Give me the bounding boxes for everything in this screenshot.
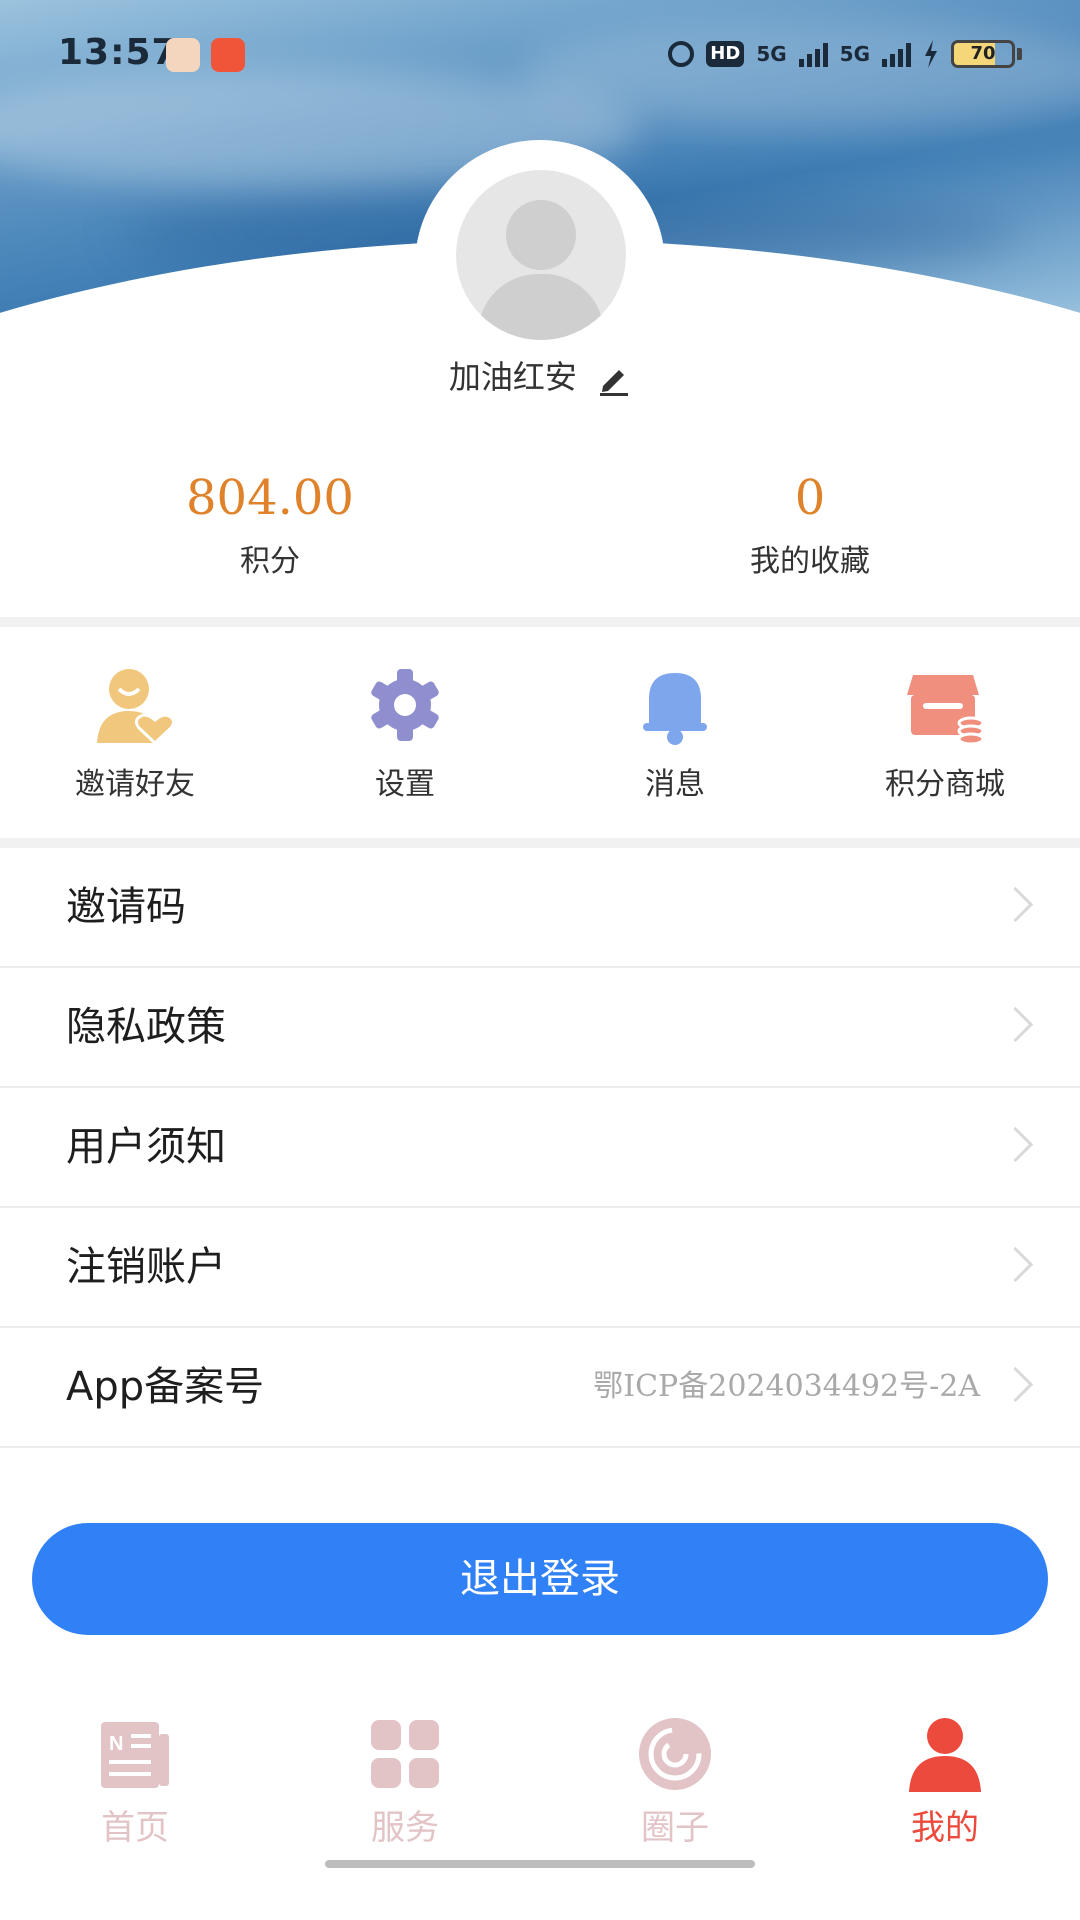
menu-item-app-filing[interactable]: App备案号 鄂ICP备2024034492号-2A <box>0 1328 1080 1448</box>
chevron-right-icon <box>997 1366 1034 1403</box>
chevron-right-icon <box>997 1126 1034 1163</box>
points-mall-label: 积分商城 <box>885 767 1005 802</box>
app-filing-number: 鄂ICP备2024034492号-2A <box>593 1369 980 1404</box>
network-type: 5G <box>756 42 787 66</box>
divider <box>0 617 1080 627</box>
tab-home[interactable]: N 首页 <box>35 1716 235 1849</box>
menu-item-label: 注销账户 <box>66 1244 226 1290</box>
menu-item-invite-code[interactable]: 邀请码 <box>0 848 1080 968</box>
invite-friends-button[interactable]: 邀请好友 <box>10 665 260 803</box>
tab-label: 服务 <box>371 1808 439 1848</box>
settings-button[interactable]: 设置 <box>280 665 530 803</box>
chevron-right-icon <box>997 886 1034 923</box>
status-time: 13:57 <box>58 32 178 73</box>
points-stat[interactable]: 804.00 积分 <box>120 470 420 580</box>
tab-label: 首页 <box>101 1808 169 1848</box>
edit-icon[interactable] <box>597 362 631 396</box>
points-mall-button[interactable]: 积分商城 <box>820 665 1070 803</box>
battery-level: 70 <box>970 43 996 64</box>
menu-item-privacy-policy[interactable]: 隐私政策 <box>0 968 1080 1088</box>
tab-label: 我的 <box>911 1808 979 1848</box>
tab-services[interactable]: 服务 <box>305 1716 505 1849</box>
notification-app-icon <box>166 38 200 72</box>
status-bar: 13:57 HD 5G 5G 70 <box>0 0 1080 110</box>
points-value: 804.00 <box>186 470 354 526</box>
svg-text:N: N <box>109 1733 123 1755</box>
favorites-stat[interactable]: 0 我的收藏 <box>660 470 960 580</box>
bell-icon <box>643 673 707 745</box>
invite-friend-icon <box>97 669 176 746</box>
username-row: 加油红安 <box>0 352 1080 398</box>
user-icon <box>909 1718 981 1792</box>
alarm-icon <box>668 41 695 67</box>
favorites-value: 0 <box>794 470 826 526</box>
menu-item-label: 用户须知 <box>66 1124 226 1170</box>
settings-label: 设置 <box>375 767 435 802</box>
battery-icon: 70 <box>951 40 1015 68</box>
home-indicator[interactable] <box>325 1860 755 1868</box>
menu-item-user-notice[interactable]: 用户须知 <box>0 1088 1080 1208</box>
signal-icon <box>798 41 828 67</box>
tab-mine[interactable]: 我的 <box>845 1716 1045 1849</box>
store-icon <box>907 675 985 746</box>
news-icon: N <box>101 1722 169 1788</box>
circle-icon <box>639 1718 711 1790</box>
gear-icon <box>371 669 439 741</box>
invite-friends-label: 邀请好友 <box>75 767 195 802</box>
menu-item-delete-account[interactable]: 注销账户 <box>0 1208 1080 1328</box>
menu-item-label: 邀请码 <box>66 884 186 930</box>
points-label: 积分 <box>240 544 300 579</box>
divider <box>0 838 1080 848</box>
messages-label: 消息 <box>645 767 705 802</box>
tab-circle[interactable]: 圈子 <box>575 1716 775 1849</box>
logout-button[interactable]: 退出登录 <box>32 1523 1048 1635</box>
signal-icon <box>882 41 911 67</box>
tab-label: 圈子 <box>641 1808 709 1848</box>
chevron-right-icon <box>997 1246 1034 1283</box>
messages-button[interactable]: 消息 <box>550 665 800 803</box>
menu-item-label: 隐私政策 <box>66 1004 226 1050</box>
grid-icon <box>371 1720 439 1788</box>
notification-app-icon <box>211 38 245 72</box>
hd-indicator: HD <box>706 41 745 67</box>
favorites-label: 我的收藏 <box>750 544 870 579</box>
charging-icon <box>925 40 937 68</box>
network-type: 5G <box>839 42 870 66</box>
avatar[interactable] <box>456 170 626 340</box>
chevron-right-icon <box>997 1006 1034 1043</box>
menu-item-label: App备案号 <box>66 1364 265 1410</box>
username: 加油红安 <box>448 358 577 396</box>
